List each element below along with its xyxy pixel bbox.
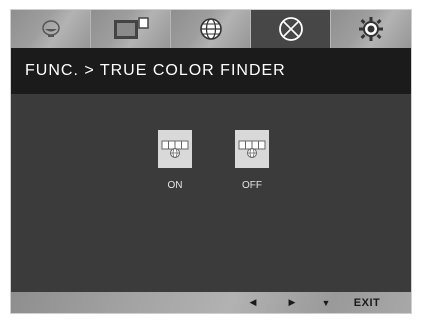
page-title: FUNC. > TRUE COLOR FINDER	[25, 62, 286, 79]
down-arrow-icon: ▼	[321, 297, 331, 308]
down-button[interactable]: ▼	[316, 292, 336, 313]
tab-function[interactable]	[251, 10, 331, 48]
option-label: OFF	[242, 180, 262, 191]
picture-icon	[41, 20, 60, 37]
left-arrow-icon: ◀	[249, 297, 257, 307]
true-color-finder-icon	[238, 140, 266, 158]
osd-menu: FUNC. > TRUE COLOR FINDER ON OFF ◀ ▶ ▼ E…	[11, 10, 411, 313]
options-panel: ON OFF	[11, 94, 411, 292]
right-button[interactable]: ▶	[282, 292, 302, 313]
settings-gear-icon	[359, 17, 383, 41]
tab-aspect[interactable]	[91, 10, 171, 48]
on-button[interactable]	[158, 130, 192, 168]
left-button[interactable]: ◀	[243, 292, 263, 313]
option-label: ON	[167, 180, 183, 191]
true-color-finder-icon	[161, 140, 189, 158]
globe-icon	[199, 18, 222, 40]
right-arrow-icon: ▶	[288, 297, 296, 307]
option-off: OFF	[235, 130, 269, 191]
footer-bar: ◀ ▶ ▼ EXIT	[11, 292, 411, 313]
tab-language[interactable]	[171, 10, 251, 48]
tab-picture[interactable]	[11, 10, 91, 48]
function-icon	[278, 17, 303, 41]
aspect-ratio-icon	[113, 17, 149, 39]
exit-label: EXIT	[353, 296, 381, 309]
exit-button[interactable]: EXIT	[345, 292, 389, 313]
off-button[interactable]	[235, 130, 269, 168]
option-on: ON	[158, 130, 192, 191]
page-header: FUNC. > TRUE COLOR FINDER	[11, 48, 411, 94]
tab-settings[interactable]	[331, 10, 411, 48]
menu-tabs	[11, 10, 411, 48]
